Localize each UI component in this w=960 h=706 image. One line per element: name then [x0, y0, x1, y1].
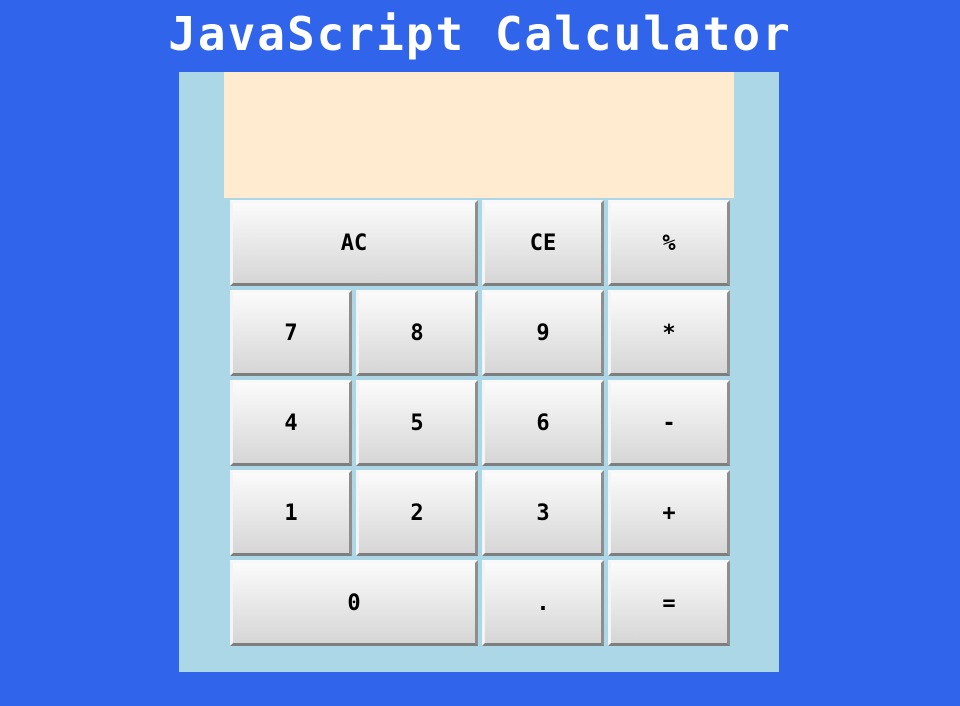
subtract-button[interactable]: - [608, 380, 730, 466]
digit-5-button[interactable]: 5 [356, 380, 478, 466]
keypad: AC CE % 7 8 9 * 4 5 6 - 1 2 3 + 0 . = [230, 200, 730, 650]
all-clear-button[interactable]: AC [230, 200, 478, 286]
digit-3-button[interactable]: 3 [482, 470, 604, 556]
digit-8-button[interactable]: 8 [356, 290, 478, 376]
multiply-button[interactable]: * [608, 290, 730, 376]
digit-6-button[interactable]: 6 [482, 380, 604, 466]
digit-4-button[interactable]: 4 [230, 380, 352, 466]
equals-button[interactable]: = [608, 560, 730, 646]
digit-0-button[interactable]: 0 [230, 560, 478, 646]
calculator: AC CE % 7 8 9 * 4 5 6 - 1 2 3 + 0 . = [179, 72, 779, 672]
digit-7-button[interactable]: 7 [230, 290, 352, 376]
page-title: JavaScript Calculator [168, 7, 792, 61]
calculator-display [224, 72, 734, 198]
digit-1-button[interactable]: 1 [230, 470, 352, 556]
clear-entry-button[interactable]: CE [482, 200, 604, 286]
decimal-button[interactable]: . [482, 560, 604, 646]
digit-2-button[interactable]: 2 [356, 470, 478, 556]
percent-button[interactable]: % [608, 200, 730, 286]
digit-9-button[interactable]: 9 [482, 290, 604, 376]
add-button[interactable]: + [608, 470, 730, 556]
